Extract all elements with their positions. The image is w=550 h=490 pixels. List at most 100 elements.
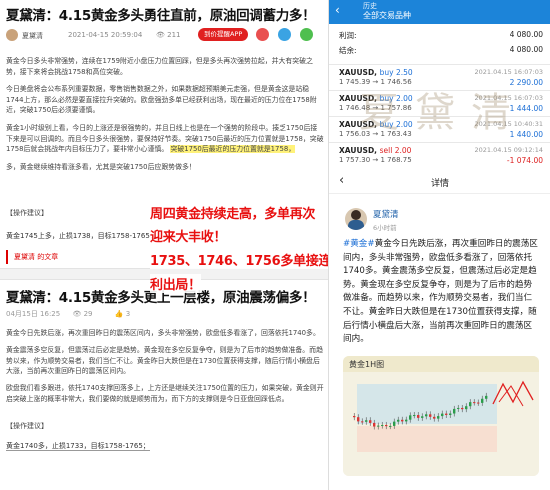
avatar-head-icon (351, 210, 361, 220)
candle-body (453, 408, 456, 414)
candle-body (369, 420, 372, 423)
author-avatar[interactable] (6, 29, 18, 41)
candle-body (381, 424, 384, 426)
order-symbol-text: XAUUSD, (339, 146, 378, 155)
article2-date: 04月15日 16:25 (6, 310, 61, 318)
candle-body (393, 421, 396, 426)
article2-meta: 04月15日 16:25 👁 29 👍 3 (6, 309, 150, 319)
avatar-body-icon (348, 220, 364, 230)
candle-body (417, 415, 420, 418)
article2-likes-value: 3 (125, 310, 131, 318)
summary-profit: 利润: 4 080.00 (329, 28, 550, 41)
article2-paragraph: 欧盘我们看多跟进，依托1740支撑回落多上，上方还是继续关注1750位置的压力，… (6, 384, 324, 403)
candle-body (377, 425, 380, 427)
candle-body (361, 421, 364, 423)
candle-body (413, 415, 416, 417)
order-side: sell 2.00 (379, 146, 412, 155)
article1-highlight: 突破1750后最近的压力位置就是1758， (170, 145, 296, 154)
candle-body (437, 416, 440, 419)
view-count-value: 211 (167, 31, 181, 39)
article1-tips-label: 【操作建议】 (6, 209, 48, 217)
order-symbol-text: XAUUSD, (339, 68, 378, 77)
watermark: 夏黛清 (359, 90, 527, 136)
post-content: #黄金#黄金今日先跌后涨，再次重回昨日的震荡区间内，多头非常强势，欧盘低多看涨了… (343, 238, 539, 347)
gold-chart-image[interactable]: 黄金1H图 (343, 356, 539, 476)
article2-paragraph: 黄金今日先跌后涨，再次重回昨日的震荡区间内，多头非常强势，欧盘低多看涨了，回落依… (6, 329, 320, 337)
overlay-line-4: 利出局！ (150, 274, 201, 293)
view-count: 👁 211 (156, 31, 181, 39)
article1-paragraph: 黄金1小时级别上看，今日的上涨还是很强势的，并且日线上也是在一个强势的阶段中。揍… (6, 123, 324, 155)
article2-views-value: 29 (83, 310, 93, 318)
candle-body (429, 414, 432, 417)
candle-body (409, 415, 412, 420)
candle-body (397, 419, 400, 422)
article2-tips-label: 【操作建议】 (6, 422, 48, 430)
author-articles-link[interactable]: 夏黛清 的文章 (6, 250, 146, 264)
article2-body: 黄金今日先跌后涨，再次重回昨日的震荡区间内，多头非常强势，欧盘低多看涨了，回落依… (6, 328, 324, 411)
candle-body (469, 402, 472, 407)
candle-body (365, 420, 368, 422)
candlestick-chart: 黄金1H图 (343, 356, 539, 476)
overlay-line-1: 周四黄金持续走高，多单再次 (150, 203, 315, 222)
app-header: ‹ 历史 全部交易品种 (329, 0, 550, 24)
article1-meta: 夏黛清 2021-04-15 20:59:04 👁 211 到价提醒APP (6, 28, 324, 44)
order-time: 2021.04.15 16:07:03 (474, 68, 543, 76)
weibo-share-icon[interactable] (256, 28, 269, 41)
back-icon[interactable]: ‹ (335, 3, 340, 17)
detail-header: ‹ 详情 (329, 170, 550, 194)
detail-title: 详情 (430, 179, 449, 189)
candle-body (441, 413, 444, 417)
article2-trade-advice: 黄金1740多，止损1733，目标1758-1765； (6, 441, 150, 451)
range-zone (357, 384, 497, 424)
article-panel: 夏黛清：4.15黄金多头勇往直前，原油回调蓄力多！ 夏黛清 2021-04-15… (0, 0, 328, 490)
app-download-button[interactable]: 到价提醒APP (198, 28, 249, 41)
candle-body (461, 407, 464, 410)
article2-paragraph: 黄金震荡多空反复，但震荡过后必定是趋势。黄金现在多空反复争夺，则是为了后市的趋势… (6, 345, 323, 376)
chart-label: 黄金1H图 (349, 359, 384, 369)
candle-body (401, 419, 404, 422)
summary-balance: 结余: 4 080.00 (329, 43, 550, 56)
overlay-line-3: 1735、1746、1756多单接连盈 (150, 250, 344, 269)
article1-paragraph: 黄金今日多头非常强势，连续在1759附近小盘压力位置回踩，但是多头再次强势拉起，… (6, 57, 313, 76)
order-side: buy 2.50 (379, 68, 413, 77)
article1-body: 黄金今日多头非常强势，连续在1759附近小盘压力位置回踩，但是多头再次强势拉起，… (6, 56, 324, 179)
candle-body (385, 424, 388, 427)
summary-label: 利润: (339, 31, 357, 40)
candle-body (389, 425, 392, 427)
article1-title: 夏黛清：4.15黄金多头勇往直前，原油回调蓄力多！ (6, 8, 316, 24)
candle-body (373, 422, 376, 427)
order-symbol: XAUUSD, buy 2.50 (339, 68, 413, 77)
summary-value: 4 080.00 (509, 30, 543, 39)
summary-value: 4 080.00 (509, 45, 543, 54)
candle-body (425, 414, 428, 417)
candle-body (481, 398, 484, 403)
support-zone (357, 426, 497, 452)
avatar[interactable] (345, 208, 367, 230)
article2-views: 👁 29 (72, 310, 93, 318)
article1-date: 2021-04-15 20:59:04 (68, 31, 143, 39)
article2-trade-text: 黄金1740多，止损1733，目标1758-1765； (6, 442, 150, 451)
candle-body (445, 413, 448, 415)
poster-name[interactable]: 夏黛清 (373, 208, 399, 220)
candle-body (485, 395, 488, 399)
post-topic-tag[interactable]: #黄金# (343, 239, 375, 249)
app-title[interactable]: 全部交易品种 (363, 10, 411, 21)
post-time: 6小时前 (373, 224, 397, 232)
summary-label: 结余: (339, 46, 357, 55)
candle-body (353, 416, 356, 418)
order-row[interactable]: XAUUSD, sell 2.00 1 757.30 → 1 768.75 20… (329, 142, 550, 166)
candle-body (433, 416, 436, 419)
candle-body (477, 402, 480, 404)
qq-share-icon[interactable] (278, 28, 291, 41)
order-time: 2021.04.15 09:12:14 (474, 146, 543, 154)
article2-likes[interactable]: 👍 3 (115, 310, 140, 318)
candle-body (421, 416, 424, 418)
author-name[interactable]: 夏黛清 (22, 31, 43, 41)
article1-trade-advice: 黄金1745上多，止损1738，目标1758-1765； (6, 232, 157, 240)
order-symbol: XAUUSD, sell 2.00 (339, 146, 411, 155)
candle-body (357, 417, 360, 422)
candle-body (473, 402, 476, 404)
article1-paragraph: 多，黄金继续维持看涨多看，尤其是突破1750后应跟势做多！ (6, 162, 196, 171)
overlay-line-2: 迎来大丰收！ (150, 226, 227, 245)
wechat-share-icon[interactable] (300, 28, 313, 41)
